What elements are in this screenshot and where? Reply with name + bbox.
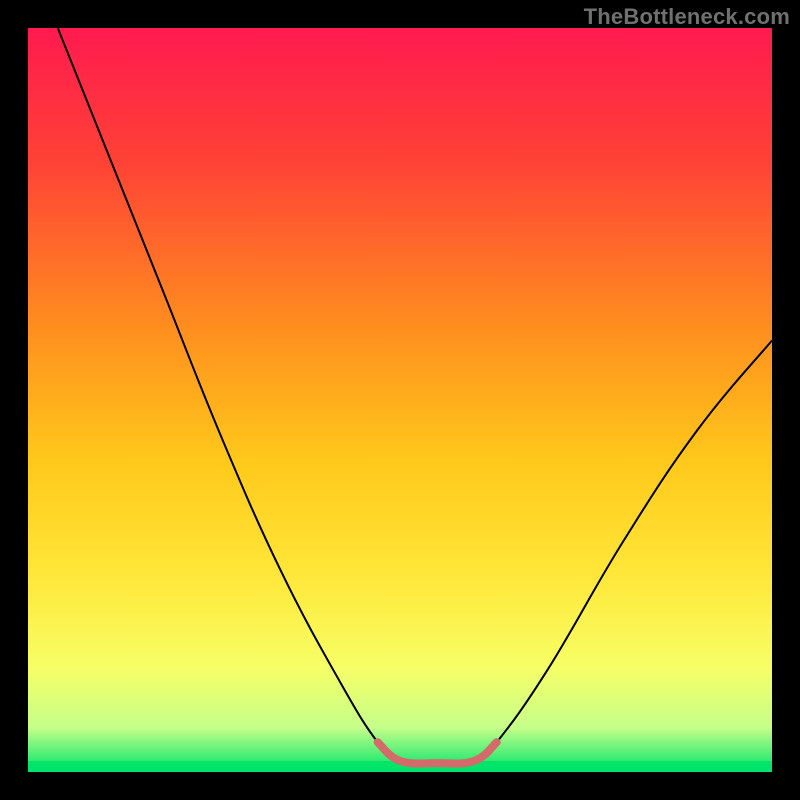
chart-svg	[28, 28, 772, 772]
attribution-label: TheBottleneck.com	[584, 4, 790, 30]
chart-frame: TheBottleneck.com	[0, 0, 800, 800]
plot-area	[28, 28, 772, 772]
gradient-background	[28, 28, 772, 772]
